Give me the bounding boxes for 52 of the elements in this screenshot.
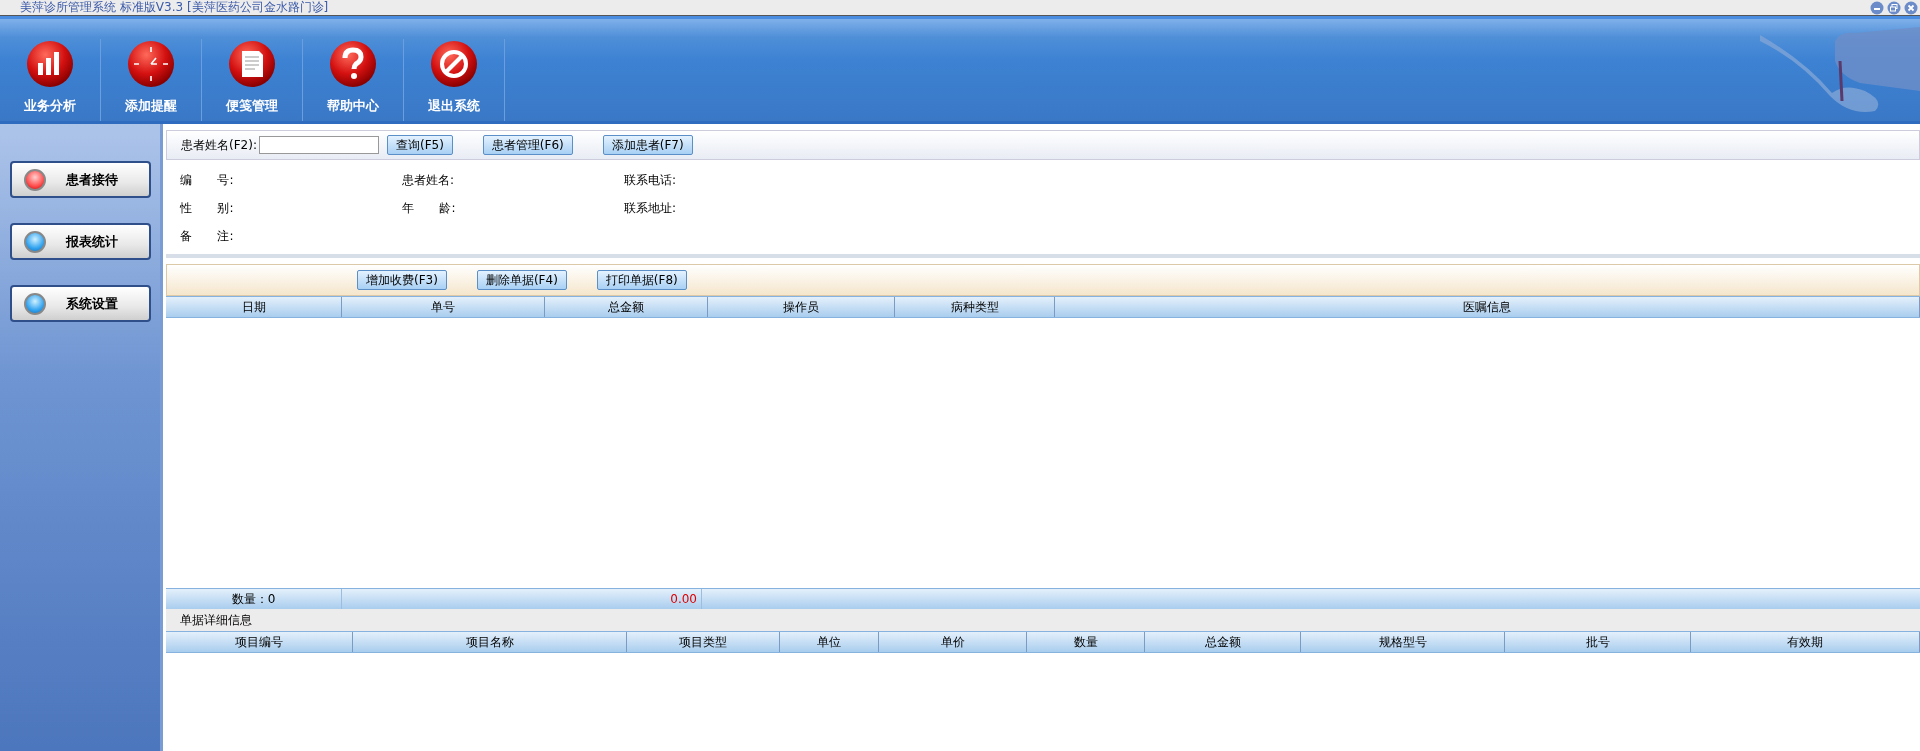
column-header[interactable]: 项目名称 (353, 632, 627, 652)
help-icon (328, 39, 378, 89)
status-light-icon (23, 168, 46, 191)
toolbar-button[interactable]: 帮助中心 (303, 39, 404, 121)
toolbar-button[interactable]: 业务分析 (0, 39, 101, 121)
column-header[interactable]: 项目编号 (166, 632, 353, 652)
sidebar-button[interactable]: 系统设置 (9, 285, 151, 322)
toolbar-button[interactable]: 便笺管理 (202, 39, 303, 121)
column-header[interactable]: 项目类型 (627, 632, 780, 652)
toolbar-button[interactable]: 添加提醒 (101, 39, 202, 121)
sidebar-button[interactable]: 报表统计 (9, 223, 151, 260)
column-header[interactable]: 操作员 (708, 297, 895, 317)
note-icon (227, 39, 277, 89)
field-label: 联系电话: (624, 171, 678, 189)
minimize-icon[interactable] (1870, 0, 1884, 15)
section-title: 单据详细信息 (166, 609, 1920, 631)
column-header[interactable]: 单价 (879, 632, 1027, 652)
column-header[interactable]: 单位 (780, 632, 879, 652)
status-light-icon (23, 230, 46, 253)
sidebar-button[interactable]: 患者接待 (9, 161, 151, 198)
field-label: 编 号: (180, 171, 235, 189)
column-header[interactable]: 有效期 (1691, 632, 1920, 652)
close-icon[interactable] (1904, 0, 1918, 15)
column-header[interactable]: 病种类型 (895, 297, 1055, 317)
bar-chart-icon (25, 39, 75, 89)
column-header[interactable]: 医嘱信息 (1055, 297, 1920, 317)
charge-button[interactable]: 增加收费(F3) (357, 270, 447, 290)
prohibited-icon (429, 39, 479, 89)
search-bar-button[interactable]: 添加患者(F7) (602, 135, 693, 155)
column-header[interactable]: 日期 (166, 297, 342, 317)
toolbar-button[interactable]: 退出系统 (404, 39, 505, 121)
search-bar-button[interactable]: 查询(F5) (386, 135, 453, 155)
field-label: 患者姓名: (402, 171, 456, 189)
charge-button[interactable]: 删除单据(F4) (476, 270, 567, 290)
column-header[interactable]: 总金额 (545, 297, 708, 317)
clock-icon (126, 39, 176, 89)
field-label: 备 注: (180, 227, 235, 245)
patient-name-field[interactable] (258, 136, 379, 154)
window-title: 美萍诊所管理系统 标准版V3.3 [美萍医药公司金水路门诊] (20, 0, 329, 15)
column-header[interactable]: 单号 (342, 297, 545, 317)
search-label: 患者姓名(F2): (181, 136, 257, 154)
column-header[interactable]: 批号 (1505, 632, 1691, 652)
status-light-icon (23, 292, 46, 315)
column-header[interactable]: 数量 (1027, 632, 1145, 652)
field-label: 年 龄: (402, 199, 457, 217)
field-label: 联系地址: (624, 199, 678, 217)
search-bar-button[interactable]: 患者管理(F6) (482, 135, 573, 155)
column-header[interactable]: 总金额 (1145, 632, 1301, 652)
charge-button[interactable]: 打印单据(F8) (596, 270, 687, 290)
field-label: 性 别: (180, 199, 235, 217)
column-header[interactable]: 规格型号 (1301, 632, 1505, 652)
restore-icon[interactable] (1887, 0, 1901, 15)
